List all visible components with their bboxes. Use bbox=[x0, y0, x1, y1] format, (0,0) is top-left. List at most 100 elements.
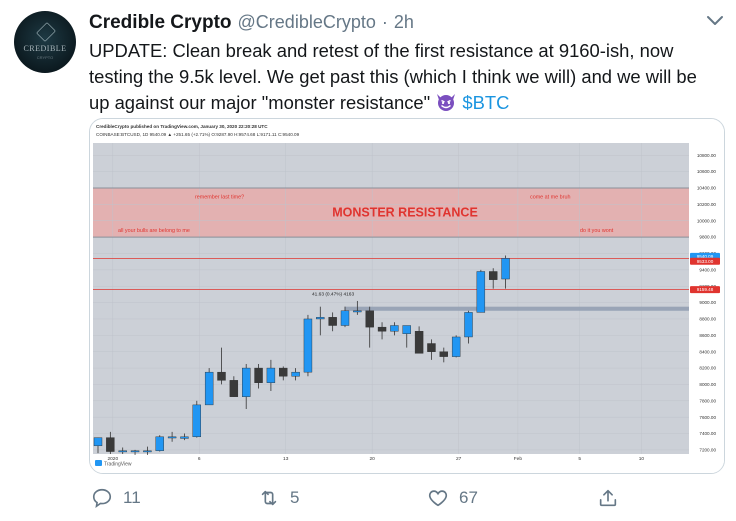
retweet-count: 5 bbox=[290, 488, 300, 507]
candle bbox=[476, 269, 486, 313]
chevron-down-icon[interactable] bbox=[705, 14, 725, 28]
candle-body bbox=[489, 271, 498, 280]
chart-header-line2: COINBASE:BTCUSD, 1D 9540.09 ▲ +251.65 (+… bbox=[96, 132, 300, 137]
timestamp[interactable]: 2h bbox=[394, 12, 414, 33]
candle-body bbox=[143, 450, 152, 453]
y-tick-label: 10200.00 bbox=[697, 202, 717, 207]
candle bbox=[192, 400, 202, 438]
candle-body bbox=[266, 367, 276, 383]
candle-body bbox=[130, 450, 140, 453]
y-tick-label: 10600.00 bbox=[697, 169, 717, 174]
annotation-top-right: come at me bruh bbox=[530, 195, 570, 201]
user-handle[interactable]: @CredibleCrypto bbox=[238, 12, 376, 33]
retweet-icon bbox=[261, 490, 277, 506]
avatar[interactable]: CREDIBLE CRYPTO bbox=[14, 11, 76, 73]
candle bbox=[303, 314, 313, 377]
share-button[interactable] bbox=[597, 487, 619, 509]
candle-body bbox=[377, 326, 387, 332]
x-tick-label: 20 bbox=[369, 456, 375, 462]
candle-body bbox=[427, 343, 436, 352]
avatar-text: CREDIBLE bbox=[23, 44, 67, 53]
candle-body bbox=[106, 437, 115, 452]
x-tick-label: 13 bbox=[283, 456, 289, 462]
candle-body bbox=[241, 367, 251, 397]
candle-body bbox=[328, 317, 337, 326]
heart-icon bbox=[428, 490, 448, 507]
x-tick-label: 5 bbox=[578, 456, 581, 462]
like-count: 67 bbox=[459, 488, 478, 507]
y-tick-label: 10400.00 bbox=[697, 186, 717, 191]
candle-body bbox=[451, 336, 461, 357]
retweet-button[interactable]: 5 bbox=[258, 487, 299, 509]
candle-body bbox=[204, 371, 214, 406]
reply-icon bbox=[92, 488, 112, 509]
candle-body bbox=[414, 331, 424, 354]
tradingview-logo-icon bbox=[95, 460, 102, 466]
y-tick-label: 7400.00 bbox=[699, 431, 716, 436]
y-tick-label: 10000.00 bbox=[697, 218, 717, 223]
candle-body bbox=[402, 325, 411, 334]
candle-body bbox=[217, 371, 226, 381]
zone-title: MONSTER RESISTANCE bbox=[332, 206, 478, 220]
y-tick-label: 7600.00 bbox=[699, 415, 716, 420]
annotation-top-left: remember last time? bbox=[195, 195, 244, 201]
price-tag-label-level1: 9159.48 bbox=[697, 287, 714, 292]
candle-body bbox=[118, 450, 127, 453]
candle-body bbox=[229, 380, 239, 397]
reply-button[interactable]: 11 bbox=[91, 487, 141, 509]
avatar-subtext: CRYPTO bbox=[36, 55, 54, 60]
y-tick-label: 8400.00 bbox=[699, 349, 716, 354]
candle bbox=[451, 335, 461, 358]
x-tick-label: 27 bbox=[456, 456, 462, 462]
chart-image[interactable]: 10800.00 10600.00 10400.00 10200.00 10000.00… bbox=[89, 118, 725, 474]
cashtag-link[interactable]: $BTC bbox=[462, 92, 509, 113]
y-tick-label: 9000.00 bbox=[699, 300, 716, 305]
candle-body bbox=[340, 310, 350, 326]
tweet-header: Credible Crypto @CredibleCrypto · 2h bbox=[89, 12, 414, 34]
candle bbox=[204, 368, 214, 406]
candle-body bbox=[279, 367, 288, 377]
candle-body bbox=[476, 271, 486, 313]
candle-body bbox=[303, 318, 313, 373]
annotation-bottom-right: do it you wont bbox=[580, 228, 614, 234]
annotation-bottom-left: all your bulls are belong to me bbox=[118, 228, 190, 234]
share-icon bbox=[599, 489, 617, 507]
candle-body bbox=[167, 436, 177, 439]
candle-body bbox=[254, 367, 263, 383]
candle-body bbox=[180, 436, 189, 439]
candle-body bbox=[464, 312, 473, 338]
y-tick-label: 7200.00 bbox=[699, 448, 716, 453]
y-tick-label: 9800.00 bbox=[699, 235, 716, 240]
display-name[interactable]: Credible Crypto bbox=[89, 12, 232, 34]
y-tick-label: 9400.00 bbox=[699, 267, 716, 272]
tweet-body: UPDATE: Clean break and retest of the fi… bbox=[89, 40, 697, 113]
y-tick-label: 7800.00 bbox=[699, 398, 716, 403]
x-tick-label: 10 bbox=[639, 456, 645, 462]
candle-body bbox=[155, 436, 164, 451]
candle-body bbox=[501, 258, 510, 280]
y-tick-label: 8600.00 bbox=[699, 333, 716, 338]
y-tick-label: 8200.00 bbox=[699, 366, 716, 371]
reply-count: 11 bbox=[123, 488, 141, 507]
y-tick-label: 10800.00 bbox=[697, 153, 717, 158]
y-tick-label: 8000.00 bbox=[699, 382, 716, 387]
measure-label: 41.63 (0.47%) 4163 bbox=[312, 292, 354, 298]
candle-body bbox=[93, 437, 103, 447]
candle-body bbox=[291, 371, 300, 377]
x-tick-label: Feb bbox=[514, 456, 523, 462]
x-tick-label: 6 bbox=[198, 456, 201, 462]
candle-body bbox=[390, 325, 399, 332]
candle bbox=[155, 435, 164, 452]
like-button[interactable]: 67 bbox=[427, 487, 478, 509]
logo-icon bbox=[36, 22, 56, 42]
smiling-imp-emoji-icon bbox=[437, 94, 456, 111]
retest-band bbox=[345, 306, 689, 311]
candle-body bbox=[439, 351, 448, 357]
candle-body bbox=[365, 310, 374, 328]
separator-dot: · bbox=[381, 12, 388, 32]
price-tag-label-level2: 9533.00 bbox=[697, 259, 714, 264]
candlestick-chart: 10800.00 10600.00 10400.00 10200.00 10000.00… bbox=[90, 119, 724, 473]
tweet-text: UPDATE: Clean break and retest of the fi… bbox=[89, 38, 719, 116]
y-tick-label: 8800.00 bbox=[699, 317, 716, 322]
chart-header-line1: CredibleCrypto published on TradingView.… bbox=[96, 124, 268, 129]
